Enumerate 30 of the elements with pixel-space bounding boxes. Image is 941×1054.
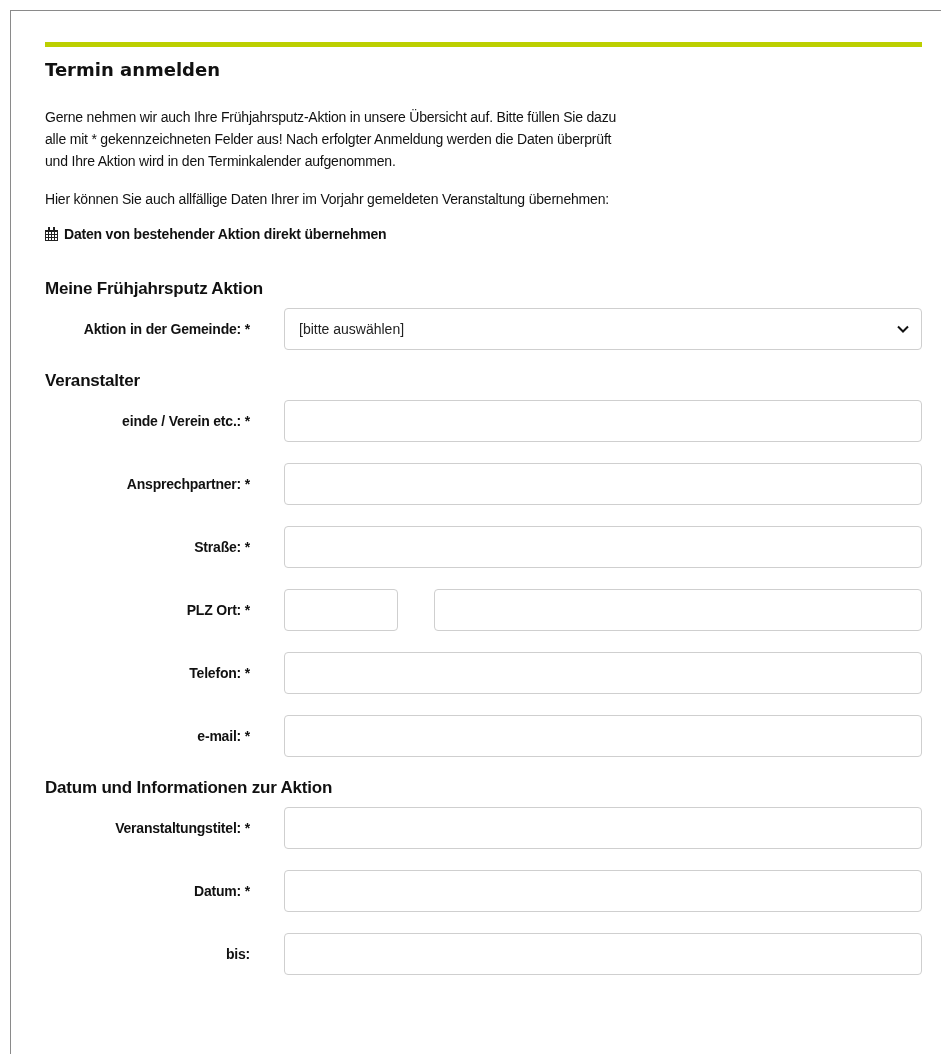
field-label: PLZ Ort: * xyxy=(185,602,250,618)
field-label: Ansprechpartner: * xyxy=(125,476,250,492)
input-field[interactable] xyxy=(284,400,922,442)
input-field[interactable] xyxy=(284,870,922,912)
field-label: Datum: * xyxy=(193,883,250,899)
section-heading: Meine Frühjahrsputz Aktion xyxy=(45,279,264,299)
import-link[interactable]: Daten von bestehender Aktion direkt übernehmen xyxy=(45,226,387,242)
input-field[interactable] xyxy=(284,807,922,849)
field-label: Telefon: * xyxy=(188,665,250,681)
section-heading: Datum und Informationen zur Aktion xyxy=(45,778,334,798)
hint-text: Hier können Sie auch allfällige Daten Ihrer im Vorjahr gemeldeten Veranstaltung übernehmen: xyxy=(45,190,610,209)
calendar-icon xyxy=(45,227,58,241)
municipality-dropdown[interactable]: [bitte auswählen] xyxy=(284,308,922,350)
field-label: Straße: * xyxy=(193,539,250,555)
field-label: einde / Verein etc.: * xyxy=(121,413,250,429)
field-label: Aktion in der Gemeinde: * xyxy=(82,321,250,337)
city-field[interactable] xyxy=(434,589,922,631)
field-label: bis: xyxy=(224,946,250,962)
section-heading: Veranstalter xyxy=(45,371,141,391)
input-field[interactable] xyxy=(284,652,922,694)
input-field[interactable] xyxy=(284,715,922,757)
field-label: Veranstaltungstitel: * xyxy=(114,820,250,836)
intro-text: Gerne nehmen wir auch Ihre Frühjahrsputz-Aktion in unsere Übersicht auf. Bitte füllen Sie dazu alle mit * gekennzeichneten Felder aus! Nach erfolgter Anmeldung werden die Daten überprüft und Ihre Aktion wird in den Terminkalender aufgenommen. xyxy=(45,108,618,171)
field-label: e-mail: * xyxy=(196,728,250,744)
input-field[interactable] xyxy=(284,463,922,505)
input-field[interactable] xyxy=(284,933,922,975)
page-title: Termin anmelden xyxy=(45,59,221,80)
input-field[interactable] xyxy=(284,526,922,568)
postcode-field[interactable] xyxy=(284,589,398,631)
chevron-down-icon xyxy=(897,325,909,333)
